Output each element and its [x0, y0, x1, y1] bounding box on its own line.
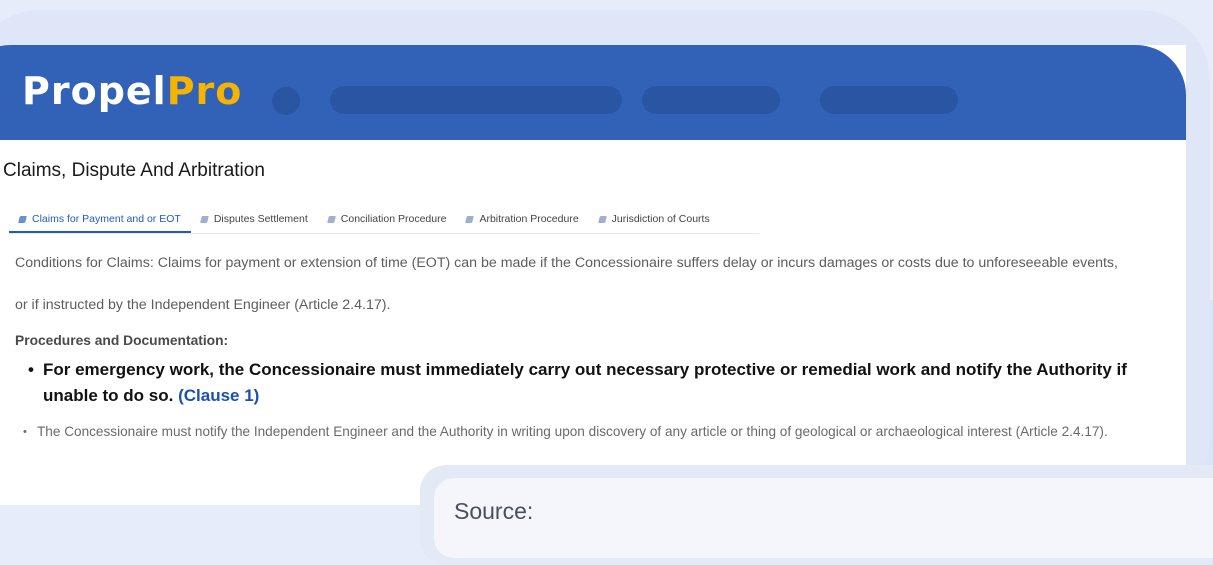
intro-paragraph: Conditions for Claims: Claims for paymen… [15, 255, 1118, 313]
tab-bar: Claims for Payment and or EOT Disputes S… [9, 207, 720, 233]
main-card: PropelPro Claims, Dispute And Arbitratio… [0, 45, 1186, 505]
tab-divider [9, 233, 759, 234]
section-subheading: Procedures and Documentation: [15, 333, 229, 348]
nav-placeholder-dot [272, 87, 300, 115]
document-icon [199, 215, 209, 223]
tab-disputes-settlement[interactable]: Disputes Settlement [191, 207, 318, 231]
page-title: Claims, Dispute And Arbitration [3, 160, 265, 181]
list-item-secondary: • The Concessionaire must notify the Ind… [23, 424, 1108, 439]
tab-claims-payment-eot[interactable]: Claims for Payment and or EOT [9, 207, 191, 233]
source-panel: Source: [434, 478, 1213, 558]
document-icon [597, 215, 607, 223]
clause-link[interactable]: (Clause 1) [178, 386, 259, 405]
document-icon [18, 215, 27, 223]
document-icon [326, 215, 336, 223]
bullet-icon: • [23, 426, 27, 438]
tab-jurisdiction-of-courts[interactable]: Jurisdiction of Courts [589, 207, 720, 231]
nav-placeholder-2 [642, 86, 780, 114]
list-item-primary: • For emergency work, the Concessionaire… [28, 357, 1128, 409]
source-label: Source: [454, 498, 534, 524]
tab-arbitration-procedure[interactable]: Arbitration Procedure [456, 207, 588, 231]
tab-conciliation-procedure[interactable]: Conciliation Procedure [318, 207, 457, 231]
nav-placeholder-3 [820, 86, 958, 114]
nav-placeholder-1 [330, 86, 622, 114]
brand-logo[interactable]: PropelPro [22, 69, 242, 113]
top-navbar: PropelPro [0, 45, 1186, 140]
bullet-icon: • [28, 360, 34, 379]
document-icon [465, 215, 475, 223]
